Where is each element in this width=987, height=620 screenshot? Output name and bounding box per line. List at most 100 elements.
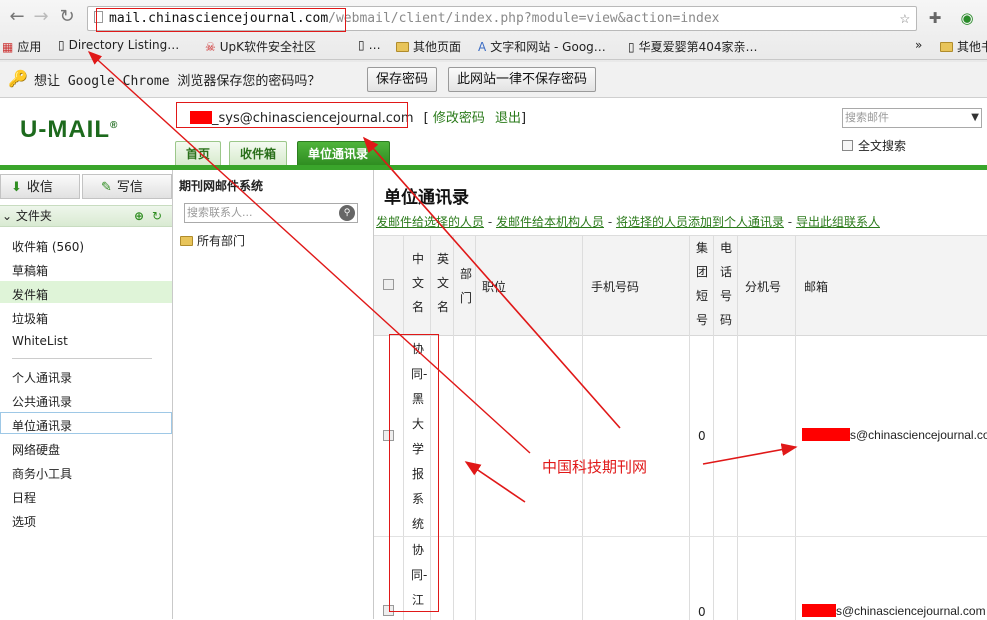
- sidebar-item-netdisk[interactable]: 网络硬盘: [12, 441, 60, 458]
- header-extension[interactable]: 分机号: [745, 278, 781, 295]
- bookmark-text-sites[interactable]: A 文字和网站 - Goog…: [478, 38, 606, 55]
- sidebar-item-personal-contacts[interactable]: 个人通讯录: [12, 369, 72, 386]
- mail-org-link[interactable]: 发邮件给本机构人员: [496, 215, 604, 229]
- bookmark-label: …: [368, 38, 381, 52]
- tab-inbox[interactable]: 收件箱: [229, 141, 288, 165]
- bookmark-label: 其他书签: [957, 40, 987, 54]
- header-dept[interactable]: 部门: [459, 262, 473, 310]
- url-path: /webmail/client/index.php?module=view&ac…: [328, 11, 720, 26]
- header-position[interactable]: 职位: [482, 278, 506, 295]
- dept-all[interactable]: 所有部门: [180, 232, 245, 249]
- header-char: 名: [411, 300, 424, 314]
- bookmark-apps[interactable]: ▦ 应用: [2, 38, 41, 55]
- sidebar-divider: [12, 358, 152, 359]
- folder-whitelist[interactable]: WhiteList: [12, 334, 68, 348]
- bookmark-directory[interactable]: ▯ Directory Listing…: [58, 38, 179, 52]
- contacts-main: 单位通讯录 发邮件给选择的人员 - 发邮件给本机构人员 - 将选择的人员添加到个…: [374, 170, 987, 620]
- header-chinese-name[interactable]: 中文名: [411, 247, 425, 319]
- refresh-icon[interactable]: ↻: [152, 206, 162, 226]
- row1-email-text: s@chinasciencejournal.com: [850, 428, 987, 442]
- search-mail-input[interactable]: 搜索邮件 ▼: [842, 108, 982, 128]
- collapse-arrow-icon[interactable]: ⌄: [2, 209, 12, 223]
- bookmark-blank[interactable]: ▯…: [358, 38, 381, 52]
- tab-unit-contacts[interactable]: 单位通讯录 ⊠: [297, 141, 390, 185]
- reload-icon[interactable]: ↻: [56, 6, 78, 28]
- row1-email[interactable]: s@chinasciencejournal.com: [802, 428, 987, 442]
- sidebar-item-calendar[interactable]: 日程: [12, 489, 36, 506]
- action-separator: -: [783, 215, 796, 229]
- never-save-password-button[interactable]: 此网站一律不保存密码: [448, 67, 597, 92]
- header-email[interactable]: 邮箱: [804, 278, 828, 295]
- org-title: 期刊网邮件系统: [179, 179, 264, 193]
- receive-label: 收信: [26, 180, 53, 195]
- logo-registered-mark: ®: [109, 120, 119, 131]
- tab-home[interactable]: 首页: [175, 141, 222, 165]
- bookmark-label: 华夏爱婴第404家亲…: [638, 40, 758, 54]
- bookmark-upk[interactable]: ☠ UpK软件安全社区: [205, 38, 316, 55]
- header-char: 文: [436, 276, 449, 290]
- bookmark-huaxia[interactable]: ▯ 华夏爱婴第404家亲…: [628, 38, 758, 55]
- fulltext-search-option[interactable]: 全文搜索选: [842, 137, 987, 154]
- sidebar-item-options[interactable]: 选项: [12, 513, 36, 530]
- fulltext-label: 全文搜索: [858, 139, 907, 153]
- pencil-icon: ✎: [101, 180, 112, 195]
- back-icon[interactable]: ←: [6, 6, 28, 28]
- bookmark-other-pages[interactable]: 其他页面: [396, 38, 461, 55]
- save-password-button[interactable]: 保存密码: [367, 67, 438, 92]
- folder-trash[interactable]: 垃圾箱: [12, 310, 48, 327]
- add-folder-icon[interactable]: ⊕: [134, 206, 144, 226]
- search-icon[interactable]: ⚲: [339, 205, 355, 221]
- change-password-link[interactable]: 修改密码: [433, 111, 485, 126]
- receive-button[interactable]: ⬇ 收信: [0, 174, 80, 199]
- mail-selected-link[interactable]: 发邮件给选择的人员: [376, 215, 484, 229]
- bookmarks-bar: ▦ 应用 ▯ Directory Listing… ☠ UpK软件安全社区 ▯… 其他…: [0, 34, 987, 60]
- fulltext-checkbox[interactable]: [842, 140, 853, 151]
- translate-icon: A: [478, 40, 487, 54]
- annotation-name-box: [389, 334, 439, 612]
- bookmark-label: UpK软件安全社区: [219, 40, 317, 54]
- org-tree-pane: 期刊网邮件系统 搜索联系人... ⚲ 所有部门: [174, 170, 374, 619]
- row-divider: [374, 536, 987, 537]
- bookmark-star-icon[interactable]: ☆: [900, 7, 910, 30]
- header-char: 中: [411, 252, 424, 266]
- dropdown-arrow-icon[interactable]: ▼: [971, 109, 979, 127]
- bracket: [: [423, 111, 429, 126]
- bookmark-overflow[interactable]: »: [915, 38, 922, 52]
- header-phone[interactable]: 电话号码: [719, 236, 733, 332]
- chevron-icon: »: [915, 38, 923, 52]
- bookmark-label: 其他页面: [413, 40, 462, 54]
- row2-email-text: s@chinasciencejournal.com: [836, 604, 986, 618]
- header-group-short[interactable]: 集团短号: [695, 236, 709, 332]
- select-all-checkbox[interactable]: [383, 279, 394, 290]
- annotation-label: 中国科技期刊网: [542, 458, 648, 476]
- extension-globe-icon[interactable]: ◉: [957, 8, 977, 28]
- bookmark-label: 文字和网站 - Goog…: [490, 40, 606, 54]
- search-placeholder: 搜索邮件: [845, 111, 889, 124]
- app-header: U-MAIL® _sys@chinasciencejournal.com [ 修…: [0, 98, 987, 185]
- folder-icon: [180, 236, 193, 246]
- header-mobile[interactable]: 手机号码: [591, 278, 639, 295]
- compose-button[interactable]: ✎ 写信: [82, 174, 172, 199]
- folder-inbox[interactable]: 收件箱 (560): [12, 238, 84, 255]
- folders-header[interactable]: ⌄ 文件夹 ⊕ ↻: [0, 205, 172, 227]
- header-char: 电: [719, 241, 732, 255]
- header-english-name[interactable]: 英文名: [436, 247, 450, 319]
- forward-icon[interactable]: →: [30, 6, 52, 28]
- add-to-personal-link[interactable]: 将选择的人员添加到个人通讯录: [616, 215, 784, 229]
- redacted-email-prefix: [802, 428, 850, 441]
- page-icon: ▯: [358, 38, 365, 52]
- logout-link[interactable]: 退出: [495, 111, 521, 126]
- contact-search-input[interactable]: 搜索联系人... ⚲: [184, 203, 358, 223]
- extension-puzzle-icon[interactable]: ✚: [925, 8, 945, 28]
- export-group-link[interactable]: 导出此组联系人: [796, 215, 880, 229]
- sidebar-item-unit-contacts[interactable]: 单位通讯录: [12, 417, 72, 434]
- header-char: 团: [695, 265, 708, 279]
- sidebar-item-tools[interactable]: 商务小工具: [12, 465, 72, 482]
- row2-email[interactable]: s@chinasciencejournal.com: [802, 604, 986, 618]
- header-char: 号: [695, 313, 708, 327]
- folder-sent[interactable]: 发件箱: [12, 286, 48, 303]
- key-icon: 🔑: [8, 69, 28, 88]
- folder-drafts[interactable]: 草稿箱: [12, 262, 48, 279]
- bookmark-other-bookmarks[interactable]: 其他书签: [940, 38, 987, 55]
- sidebar-item-public-contacts[interactable]: 公共通讯录: [12, 393, 72, 410]
